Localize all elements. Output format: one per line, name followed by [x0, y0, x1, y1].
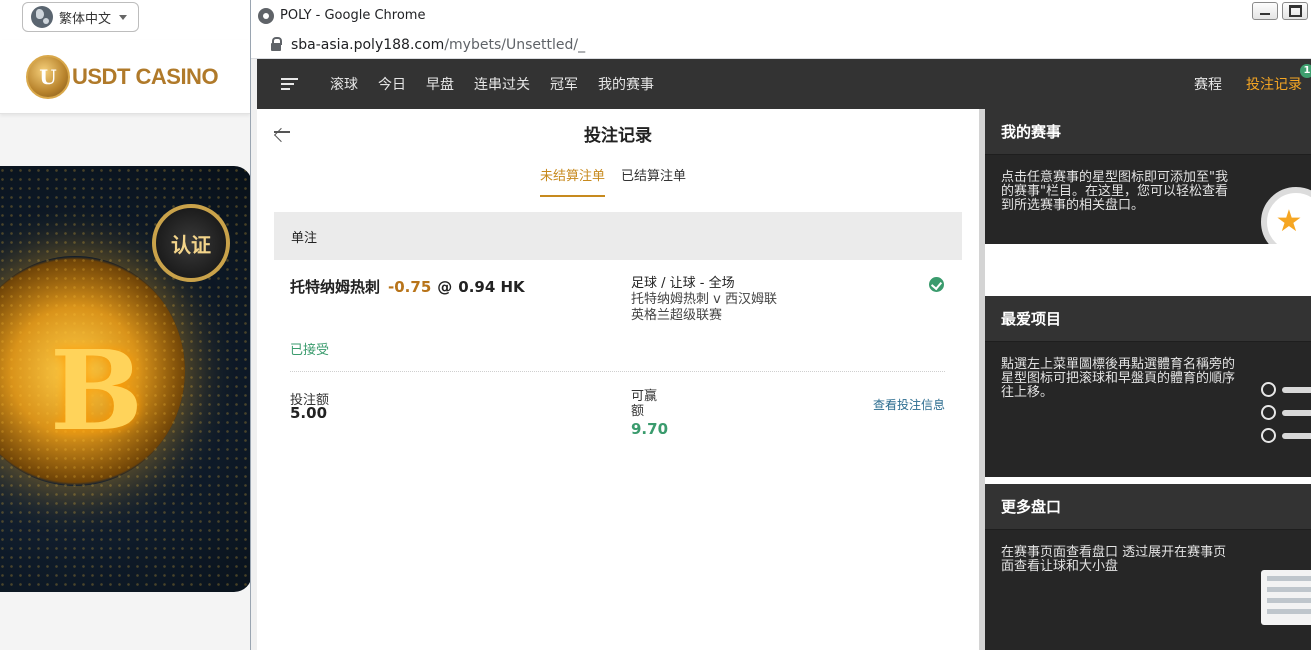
language-select[interactable]: 繁体中文 — [22, 2, 139, 32]
page-title: 投注记录 — [584, 126, 652, 146]
bet-tabs: 未结算注单 已结算注单 — [540, 165, 686, 197]
nav-item-parlay[interactable]: 连串过关 — [474, 74, 530, 94]
nav-item-my-bets[interactable]: 投注记录 1 — [1246, 64, 1311, 94]
more-markets-card: 更多盘口 在赛事页面查看盘口 透过展开在赛事页面查看让球和大小盘 — [985, 484, 1311, 650]
favorites-card: 最爱项目 點選左上菜單圖標後再點選體育名稱旁的星型图标可把滚球和早盤頁的體育的順… — [985, 296, 1311, 477]
bet-selection-line: 托特纳姆热刺 -0.75 @0.94 HK — [290, 276, 525, 297]
nav-item-schedule[interactable]: 赛程 — [1194, 74, 1222, 94]
browser-window: POLY - Google Chrome sba-asia.poly188.co… — [250, 0, 1311, 650]
minimize-button[interactable] — [1252, 2, 1278, 20]
check-circle-icon — [929, 277, 944, 292]
lock-icon[interactable] — [271, 36, 282, 51]
url-host: sba-asia.poly188.com — [291, 36, 445, 53]
nav-item-live[interactable]: 滚球 — [330, 74, 358, 94]
language-label: 繁体中文 — [59, 11, 112, 27]
potential-win-label: 可赢额 — [631, 389, 658, 419]
nav-items: 滚球 今日 早盘 连串过关 冠军 我的赛事 — [330, 59, 654, 109]
bet-league: 英格兰超级联赛 — [631, 308, 723, 323]
certified-badge: 认证 — [152, 204, 230, 282]
market-table-illustration — [1261, 570, 1311, 625]
star-badge: ★ — [1261, 187, 1311, 244]
bitcoin-symbol: B — [50, 326, 143, 455]
globe-icon — [31, 6, 53, 28]
more-markets-title: 更多盘口 — [985, 484, 1311, 530]
tennis-icon — [1261, 382, 1276, 397]
bet-status: 已接受 — [290, 343, 330, 358]
bet-count-badge: 1 — [1300, 64, 1311, 78]
stake-value: 5.00 — [290, 404, 328, 422]
more-markets-text: 在赛事页面查看盘口 透过展开在赛事页面查看让球和大小盘 — [1001, 545, 1227, 574]
bet-market: 足球 / 让球 - 全场 — [631, 276, 735, 291]
soccer-ball-icon — [1261, 428, 1276, 443]
bet-market-info: 足球 / 让球 - 全场 托特纳姆热刺 v 西汉姆联 英格兰超级联赛 — [631, 276, 777, 324]
maximize-button[interactable] — [1282, 2, 1308, 20]
casino-header: U USDT CASINO — [0, 40, 250, 114]
logo-text: USDT CASINO — [72, 64, 219, 89]
address-bar[interactable]: sba-asia.poly188.com/mybets/Unsettled/_ — [251, 31, 1311, 59]
title-bar[interactable]: POLY - Google Chrome — [251, 0, 1311, 31]
favorites-title: 最爱项目 — [985, 296, 1311, 342]
bet-at-sign: @ — [437, 278, 453, 296]
window-controls — [1252, 2, 1308, 20]
language-bar: 繁体中文 — [0, 0, 250, 40]
menu-icon[interactable] — [281, 78, 298, 90]
section-header-single: 单注 — [274, 212, 962, 260]
bet-odds: 0.94 HK — [458, 278, 525, 296]
bet-match: 托特纳姆热刺 v 西汉姆联 — [631, 292, 777, 307]
basketball-icon — [1261, 405, 1276, 420]
star-icon: ★ — [1275, 204, 1303, 239]
casino-logo[interactable]: U USDT CASINO — [26, 55, 219, 99]
nav-right: 赛程 投注记录 1 — [1194, 59, 1311, 109]
divider — [290, 371, 945, 372]
favorites-text: 點選左上菜單圖標後再點選體育名稱旁的星型图标可把滚球和早盤頁的體育的順序往上移。 — [1001, 357, 1236, 400]
view-bet-details-link[interactable]: 查看投注信息 — [873, 396, 945, 413]
nav-item-outright[interactable]: 冠军 — [550, 74, 578, 94]
sportsbook-page: 滚球 今日 早盘 连串过关 冠军 我的赛事 赛程 投注记录 1 投注记录 未结算… — [257, 59, 1311, 650]
chevron-down-icon — [119, 14, 128, 20]
my-events-title: 我的赛事 — [985, 109, 1311, 155]
top-nav: 滚球 今日 早盘 连串过关 冠军 我的赛事 赛程 投注记录 1 — [257, 59, 1311, 109]
logo-coin-icon: U — [26, 55, 70, 99]
bet-selection: 托特纳姆热刺 — [290, 278, 381, 296]
tab-settled[interactable]: 已结算注单 — [621, 165, 686, 197]
info-sidebar: 我的赛事 点击任意赛事的星型图标即可添加至"我的赛事"栏目。在这里，您可以轻松查… — [985, 109, 1311, 650]
bet-history-panel: 投注记录 未结算注单 已结算注单 单注 托特纳姆热刺 -0.75 @0.94 HK … — [257, 109, 979, 650]
my-bets-label: 投注记录 — [1246, 77, 1302, 93]
nav-item-today[interactable]: 今日 — [378, 74, 406, 94]
my-events-card: 我的赛事 点击任意赛事的星型图标即可添加至"我的赛事"栏目。在这里，您可以轻松查… — [985, 109, 1311, 244]
nav-item-early[interactable]: 早盘 — [426, 74, 454, 94]
bet-handicap: -0.75 — [388, 278, 432, 296]
background-page: 繁体中文 U USDT CASINO B 认证 — [0, 0, 252, 650]
url-text[interactable]: sba-asia.poly188.com/mybets/Unsettled/_ — [291, 37, 585, 53]
url-path: /mybets/Unsettled/_ — [444, 36, 586, 53]
promo-banner[interactable]: B 认证 — [0, 166, 252, 592]
chrome-icon — [258, 7, 274, 24]
tab-unsettled[interactable]: 未结算注单 — [540, 165, 606, 197]
window-title: POLY - Google Chrome — [280, 8, 426, 23]
potential-win-value: 9.70 — [631, 420, 669, 438]
my-events-text: 点击任意赛事的星型图标即可添加至"我的赛事"栏目。在这里，您可以轻松查看到所选赛… — [1001, 170, 1228, 213]
nav-item-my-events[interactable]: 我的赛事 — [598, 74, 654, 94]
favorites-illustration — [1261, 378, 1311, 447]
